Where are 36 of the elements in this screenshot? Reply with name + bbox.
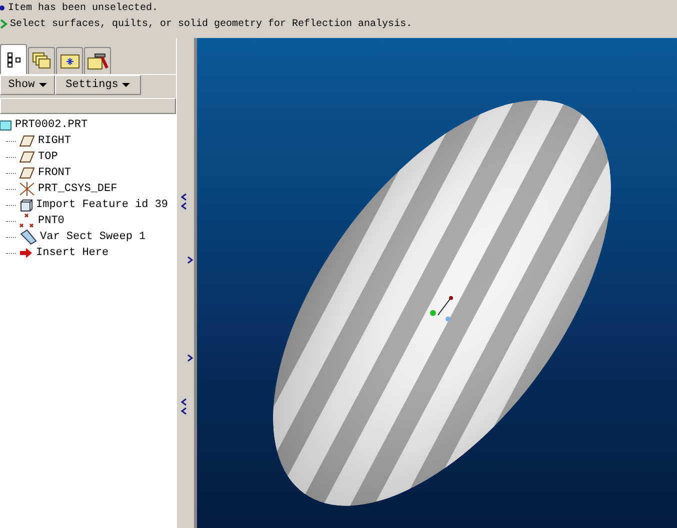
tree-item[interactable]: PRT0002.PRT — [15, 119, 88, 131]
arrow-icon — [19, 247, 33, 259]
message-text: Item has been unselected. — [8, 2, 158, 14]
folder-hammer-icon — [86, 52, 108, 70]
plane-icon — [19, 135, 35, 147]
tree-item[interactable]: PNT0 — [38, 215, 64, 227]
navigator-tab[interactable] — [84, 47, 111, 74]
tree-icon — [6, 52, 20, 68]
plane-icon — [19, 151, 35, 163]
graphics-viewport[interactable] — [197, 38, 677, 528]
tree-item[interactable]: PRT_CSYS_DEF — [38, 183, 118, 195]
tree-item[interactable]: Insert Here — [36, 247, 109, 259]
navigator-tab[interactable] — [0, 44, 27, 74]
cube-icon — [19, 198, 33, 212]
tree-item[interactable]: RIGHT — [38, 135, 72, 147]
sweep-icon — [19, 229, 37, 245]
folder-icon — [60, 53, 80, 69]
tree-item[interactable]: TOP — [38, 151, 58, 163]
datum-points-icon — [19, 213, 35, 229]
tree-item[interactable]: Var Sect Sweep 1 — [40, 231, 146, 243]
collapse-left-icon — [181, 193, 188, 211]
tree-item[interactable]: Import Feature id 39 — [36, 199, 168, 211]
bullet-icon — [0, 4, 6, 12]
menu-button[interactable]: Show — [0, 75, 55, 95]
plane-icon — [19, 167, 35, 179]
collapse-left-icon — [181, 398, 188, 416]
folders-icon — [32, 52, 52, 70]
expand-right-icon — [187, 256, 194, 264]
expand-right-icon — [187, 354, 194, 362]
chevron-icon — [0, 19, 8, 29]
coordinate-system-icon — [19, 182, 35, 196]
tree-item[interactable]: FRONT — [38, 167, 72, 179]
message-text: Select surfaces, quilts, or solid geometry for Reflection analysis. — [10, 18, 412, 30]
navigator-tab[interactable] — [56, 47, 83, 74]
menu-button[interactable]: Settings — [55, 75, 141, 95]
part-icon — [0, 120, 12, 130]
